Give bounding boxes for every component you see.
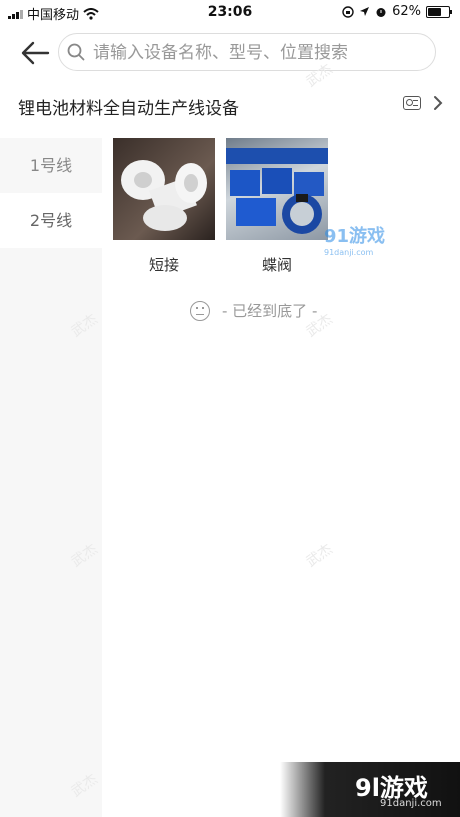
product-name: 蝶阀 bbox=[261, 256, 292, 274]
search-input[interactable] bbox=[91, 34, 425, 72]
search-box[interactable] bbox=[58, 33, 436, 72]
product-image-butterfly-valve[interactable] bbox=[226, 138, 328, 240]
neutral-face-icon bbox=[190, 300, 210, 321]
status-bar: 中国移动 23:06 62% bbox=[0, 0, 460, 24]
pipe-fitting-picture bbox=[121, 160, 207, 231]
butterfly-valve-picture bbox=[226, 148, 328, 234]
page-title: 锂电池材料全自动生产线设备 bbox=[18, 99, 239, 119]
search-icon bbox=[67, 43, 85, 61]
product-image-pipe-fitting[interactable] bbox=[113, 138, 215, 240]
site-logo-overlay: 91游戏 91danji.com bbox=[324, 222, 385, 257]
chevron-right-icon[interactable] bbox=[432, 94, 444, 112]
location-icon bbox=[360, 7, 370, 16]
line-sidebar: 1号线 2号线 bbox=[0, 138, 102, 817]
alarm-icon bbox=[376, 7, 386, 17]
sidebar-item-line-2[interactable]: 2号线 bbox=[0, 193, 102, 248]
sidebar-item-line-1[interactable]: 1号线 bbox=[0, 138, 102, 193]
battery-icon bbox=[426, 5, 452, 18]
corner-logo-url: 91danji.com bbox=[380, 798, 442, 809]
battery-percent: 62% bbox=[392, 4, 421, 19]
product-card[interactable]: 蝶阀 bbox=[226, 138, 328, 275]
site-logo-corner: 9l游戏 91danji.com bbox=[280, 762, 460, 817]
list-end-text: - 已经到底了 - bbox=[222, 302, 318, 320]
orientation-lock-icon bbox=[342, 5, 354, 18]
category-header[interactable]: 锂电池材料全自动生产线设备 bbox=[0, 88, 460, 122]
watermark: 武杰 bbox=[303, 541, 336, 571]
site-logo-text: 91游戏 bbox=[324, 226, 386, 247]
product-card[interactable]: 短接 bbox=[113, 138, 215, 275]
status-right: 62% bbox=[342, 4, 452, 19]
site-logo-url: 91danji.com bbox=[324, 248, 374, 257]
id-card-icon[interactable] bbox=[403, 96, 421, 110]
list-end-notice: - 已经到底了 - bbox=[190, 300, 317, 321]
back-arrow-icon[interactable] bbox=[20, 40, 50, 66]
product-name: 短接 bbox=[148, 256, 179, 274]
